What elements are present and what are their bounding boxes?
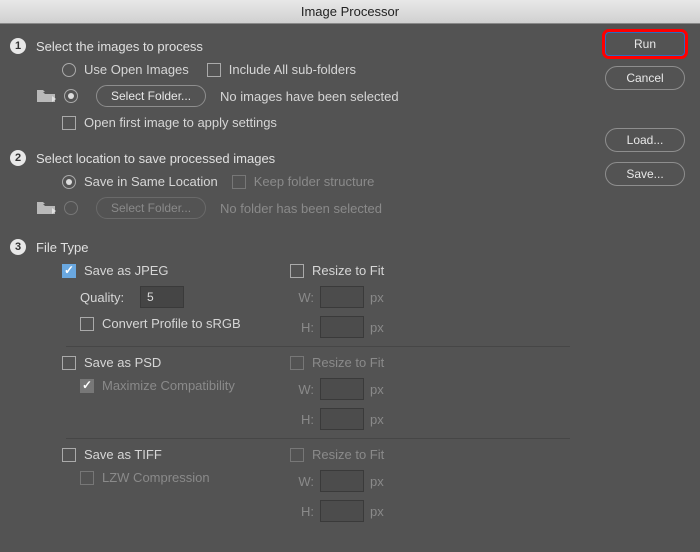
filetype-tiff: Save as TIFF LZW Compression Resize to F… [10,443,600,526]
row-same-location: Save in Same Location Keep folder struct… [10,170,600,193]
psd-h-label: H: [290,412,314,427]
section-3-header: 3 File Type [10,235,600,259]
include-subfolders-label: Include All sub-folders [229,62,356,77]
window-titlebar: Image Processor [0,0,700,24]
save-as-tiff-checkbox[interactable] [62,448,76,462]
load-button[interactable]: Load... [605,128,685,152]
save-select-folder-radio[interactable] [64,201,78,215]
section-1-header: 1 Select the images to process [10,34,600,58]
select-folder-radio[interactable] [64,89,78,103]
open-first-label: Open first image to apply settings [84,115,277,130]
save-as-jpeg-checkbox[interactable] [62,264,76,278]
psd-w-label: W: [290,382,314,397]
jpeg-h-input [320,316,364,338]
psd-h-input [320,408,364,430]
section-2-header: 2 Select location to save processed imag… [10,146,600,170]
row-open-first: Open first image to apply settings [10,111,600,134]
jpeg-resize-label: Resize to Fit [312,263,384,278]
use-open-images-radio[interactable] [62,63,76,77]
convert-srgb-label: Convert Profile to sRGB [102,316,241,331]
section-select-images: 1 Select the images to process Use Open … [10,30,600,142]
jpeg-h-unit: px [370,320,384,335]
divider-2 [66,438,570,439]
convert-srgb-checkbox[interactable] [80,317,94,331]
filetype-jpeg: Save as JPEG Quality: Convert Profile to… [10,259,600,342]
save-button[interactable]: Save... [605,162,685,186]
max-compat-label: Maximize Compatibility [102,378,235,393]
section-save-location: 2 Select location to save processed imag… [10,142,600,231]
no-images-msg: No images have been selected [220,89,399,104]
save-as-jpeg-label: Save as JPEG [84,263,169,278]
jpeg-h-label: H: [290,320,314,335]
tiff-w-label: W: [290,474,314,489]
psd-resize-checkbox [290,356,304,370]
row-select-folder: Select Folder... No images have been sel… [10,81,600,111]
section-1-title: Select the images to process [36,39,203,54]
step-badge-2: 2 [10,150,26,166]
row-use-open: Use Open Images Include All sub-folders [10,58,600,81]
save-select-folder-button: Select Folder... [96,197,206,219]
lzw-label: LZW Compression [102,470,210,485]
step-badge-3: 3 [10,239,26,255]
quality-label: Quality: [80,290,140,305]
filetype-psd: Save as PSD Maximize Compatibility Resiz… [10,351,600,434]
tiff-w-input [320,470,364,492]
save-as-tiff-label: Save as TIFF [84,447,162,462]
folder-save-icon [36,200,58,216]
dialog-body: 1 Select the images to process Use Open … [0,24,700,534]
tiff-h-label: H: [290,504,314,519]
jpeg-resize-checkbox[interactable] [290,264,304,278]
section-3-title: File Type [36,240,89,255]
tiff-resize-label: Resize to Fit [312,447,384,462]
window-title: Image Processor [301,4,399,19]
max-compat-checkbox [80,379,94,393]
psd-w-input [320,378,364,400]
psd-w-unit: px [370,382,384,397]
keep-structure-label: Keep folder structure [254,174,375,189]
psd-resize-label: Resize to Fit [312,355,384,370]
use-open-images-label: Use Open Images [84,62,189,77]
jpeg-w-unit: px [370,290,384,305]
folder-arrow-icon [36,88,58,104]
select-folder-button[interactable]: Select Folder... [96,85,206,107]
save-as-psd-checkbox[interactable] [62,356,76,370]
no-folder-msg: No folder has been selected [220,201,382,216]
keep-structure-checkbox [232,175,246,189]
run-button[interactable]: Run [605,32,685,56]
tiff-h-unit: px [370,504,384,519]
lzw-checkbox [80,471,94,485]
divider-1 [66,346,570,347]
row-save-select-folder: Select Folder... No folder has been sele… [10,193,600,223]
section-2-title: Select location to save processed images [36,151,275,166]
open-first-checkbox[interactable] [62,116,76,130]
same-location-radio[interactable] [62,175,76,189]
psd-h-unit: px [370,412,384,427]
tiff-h-input [320,500,364,522]
same-location-label: Save in Same Location [84,174,218,189]
options-pane: 1 Select the images to process Use Open … [10,30,600,534]
quality-input[interactable] [140,286,184,308]
save-as-psd-label: Save as PSD [84,355,161,370]
include-subfolders-checkbox[interactable] [207,63,221,77]
step-badge-1: 1 [10,38,26,54]
cancel-button[interactable]: Cancel [605,66,685,90]
tiff-w-unit: px [370,474,384,489]
action-buttons-pane: Run Cancel Load... Save... [600,30,690,534]
section-file-type: 3 File Type Save as JPEG Quality: [10,231,600,534]
tiff-resize-checkbox [290,448,304,462]
jpeg-w-input [320,286,364,308]
jpeg-w-label: W: [290,290,314,305]
